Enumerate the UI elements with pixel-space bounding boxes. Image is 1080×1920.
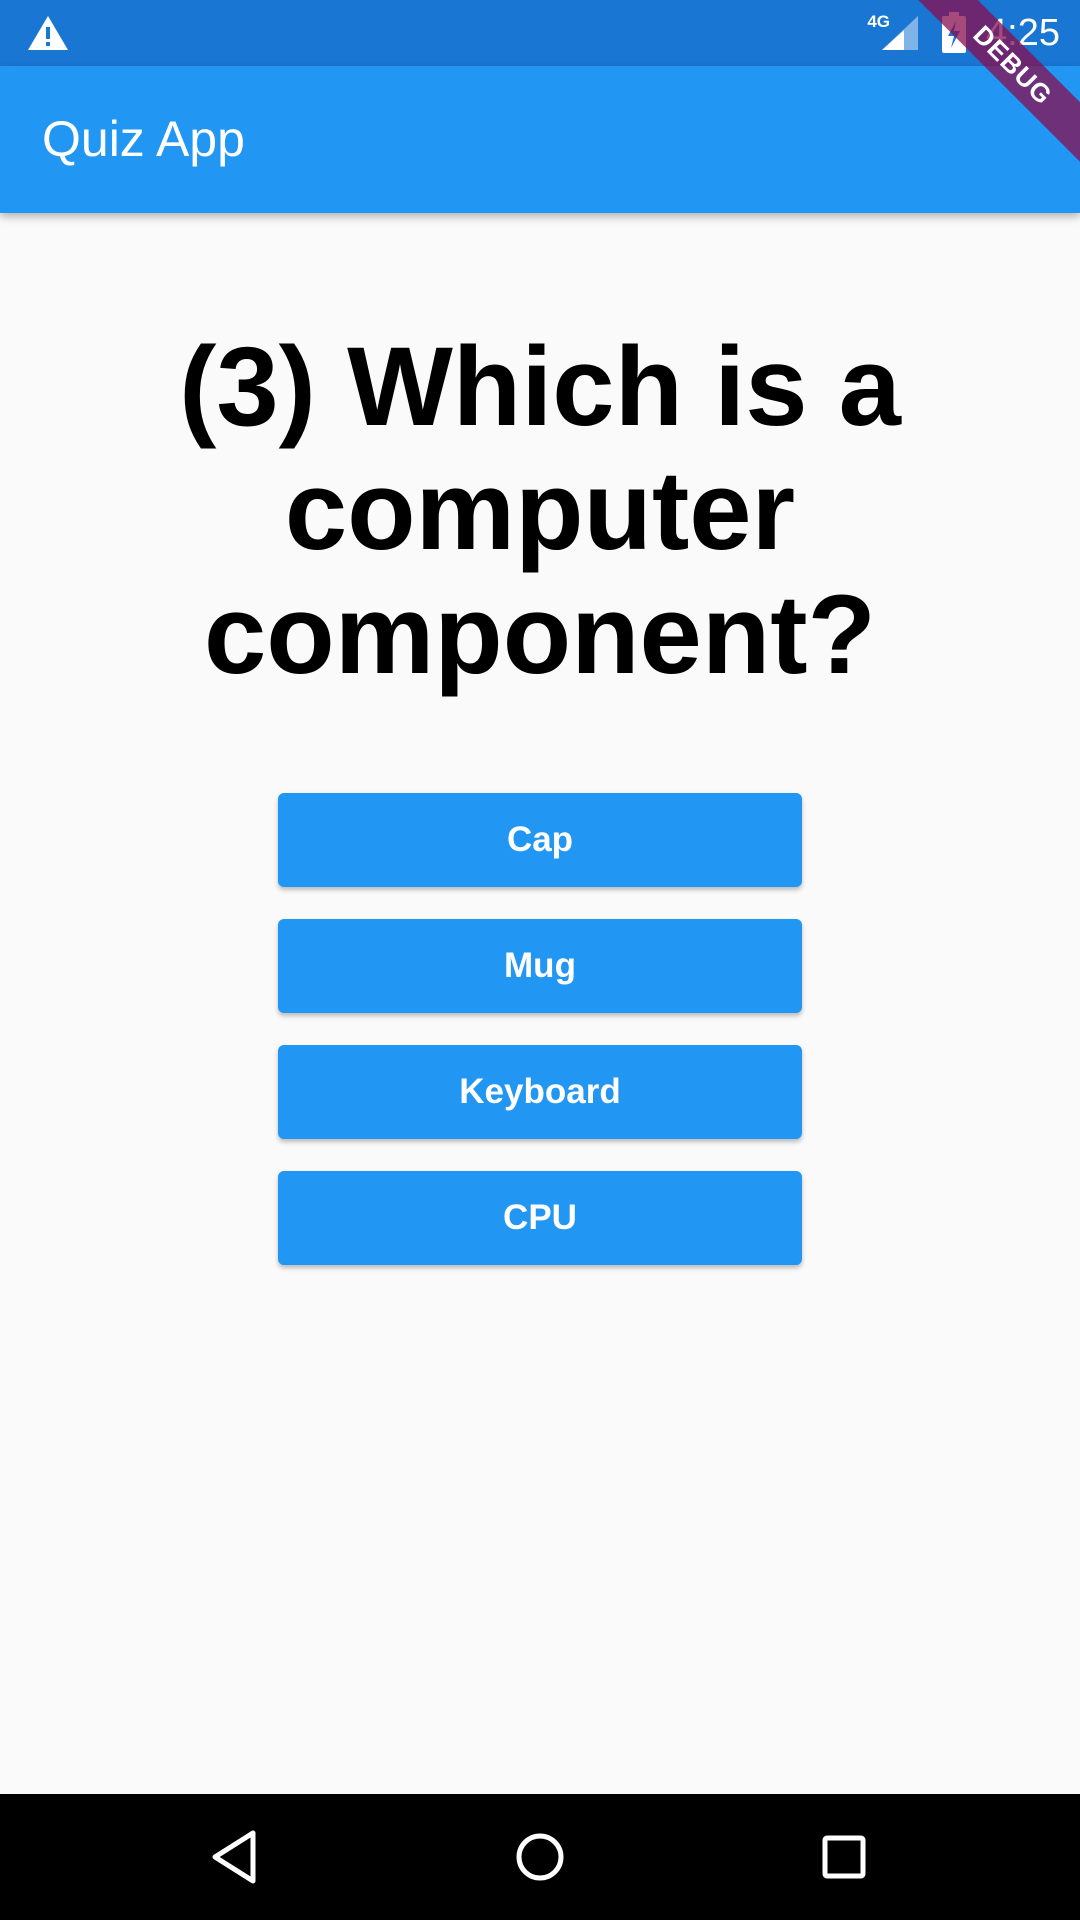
question-text: (3) Which is a computer component? [179, 324, 901, 697]
home-icon[interactable] [510, 1827, 570, 1887]
answer-button-cap[interactable]: Cap [278, 793, 802, 887]
navigation-bar [0, 1794, 1080, 1920]
app-bar: Quiz App [0, 66, 1080, 213]
recents-icon[interactable] [814, 1827, 874, 1887]
signal-icon [882, 16, 918, 50]
answer-button-keyboard[interactable]: Keyboard [278, 1045, 802, 1139]
answer-button-cpu[interactable]: CPU [278, 1171, 802, 1265]
status-bar: 4G 4:25 [0, 0, 1080, 66]
answer-list: Cap Mug Keyboard CPU [278, 793, 802, 1297]
app-title: Quiz App [42, 111, 245, 167]
screen: 4G 4:25 DEBUG Quiz App (3) Which is a co… [0, 0, 1080, 1920]
answer-button-mug[interactable]: Mug [278, 919, 802, 1013]
warning-icon [28, 16, 68, 50]
back-icon[interactable] [207, 1827, 267, 1887]
